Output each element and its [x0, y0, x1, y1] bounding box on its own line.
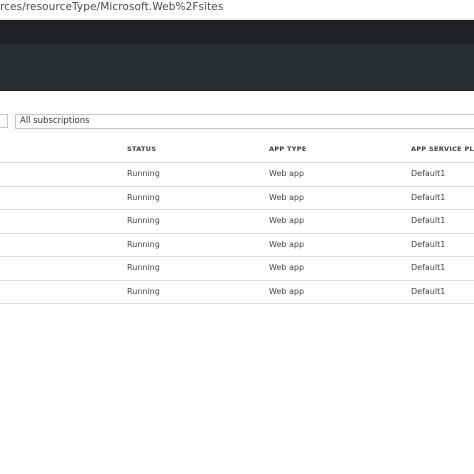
table-row[interactable]: Running Web app Default1	[0, 234, 474, 257]
status-cell: Running	[127, 169, 160, 178]
app-type-cell: Web app	[269, 192, 305, 202]
table-header-row: STATUS APP TYPE APP SERVICE PLAN	[0, 138, 474, 163]
app-service-plan-cell: Default1	[411, 216, 446, 225]
table-row[interactable]: Running Web app Default1	[0, 281, 474, 304]
column-header-status[interactable]: STATUS	[127, 145, 156, 153]
app-service-plan-cell: Default1	[411, 263, 446, 272]
app-type-cell: Web app	[269, 239, 305, 249]
subscription-filter-label: All subscriptions	[20, 116, 90, 126]
status-cell: Running	[127, 286, 160, 296]
resources-table: STATUS APP TYPE APP SERVICE PLAN Running…	[0, 138, 474, 304]
column-header-app-service-plan[interactable]: APP SERVICE PLAN	[411, 145, 474, 153]
app-service-plan-cell: Default1	[411, 169, 446, 178]
app-type-cell: Web app	[269, 216, 305, 225]
column-header-app-type[interactable]: APP TYPE	[269, 145, 307, 153]
browser-address-bar[interactable]: rces/resourceType/Microsoft.Web%2Fsites	[0, 0, 474, 20]
address-url[interactable]: rces/resourceType/Microsoft.Web%2Fsites	[0, 1, 223, 13]
table-row[interactable]: Running Web app Default1	[0, 257, 474, 281]
status-cell: Running	[127, 239, 160, 249]
table-row[interactable]: Running Web app Default1	[0, 187, 474, 210]
filter-name-input[interactable]	[0, 114, 8, 128]
status-cell: Running	[127, 192, 160, 202]
header-divider	[0, 90, 474, 91]
app-service-plan-cell: Default1	[411, 239, 446, 249]
table-row[interactable]: Running Web app Default1	[0, 163, 474, 187]
app-service-plan-cell: Default1	[411, 192, 446, 202]
app-type-cell: Web app	[269, 169, 305, 178]
status-cell: Running	[127, 263, 160, 272]
app-type-cell: Web app	[269, 286, 305, 296]
portal-top-bar	[0, 20, 474, 44]
subscription-filter-dropdown[interactable]: All subscriptions	[15, 114, 474, 129]
status-cell: Running	[127, 216, 160, 225]
table-row[interactable]: Running Web app Default1	[0, 210, 474, 234]
app-type-cell: Web app	[269, 263, 305, 272]
app-service-plan-cell: Default1	[411, 286, 446, 296]
blade-header	[0, 44, 474, 90]
